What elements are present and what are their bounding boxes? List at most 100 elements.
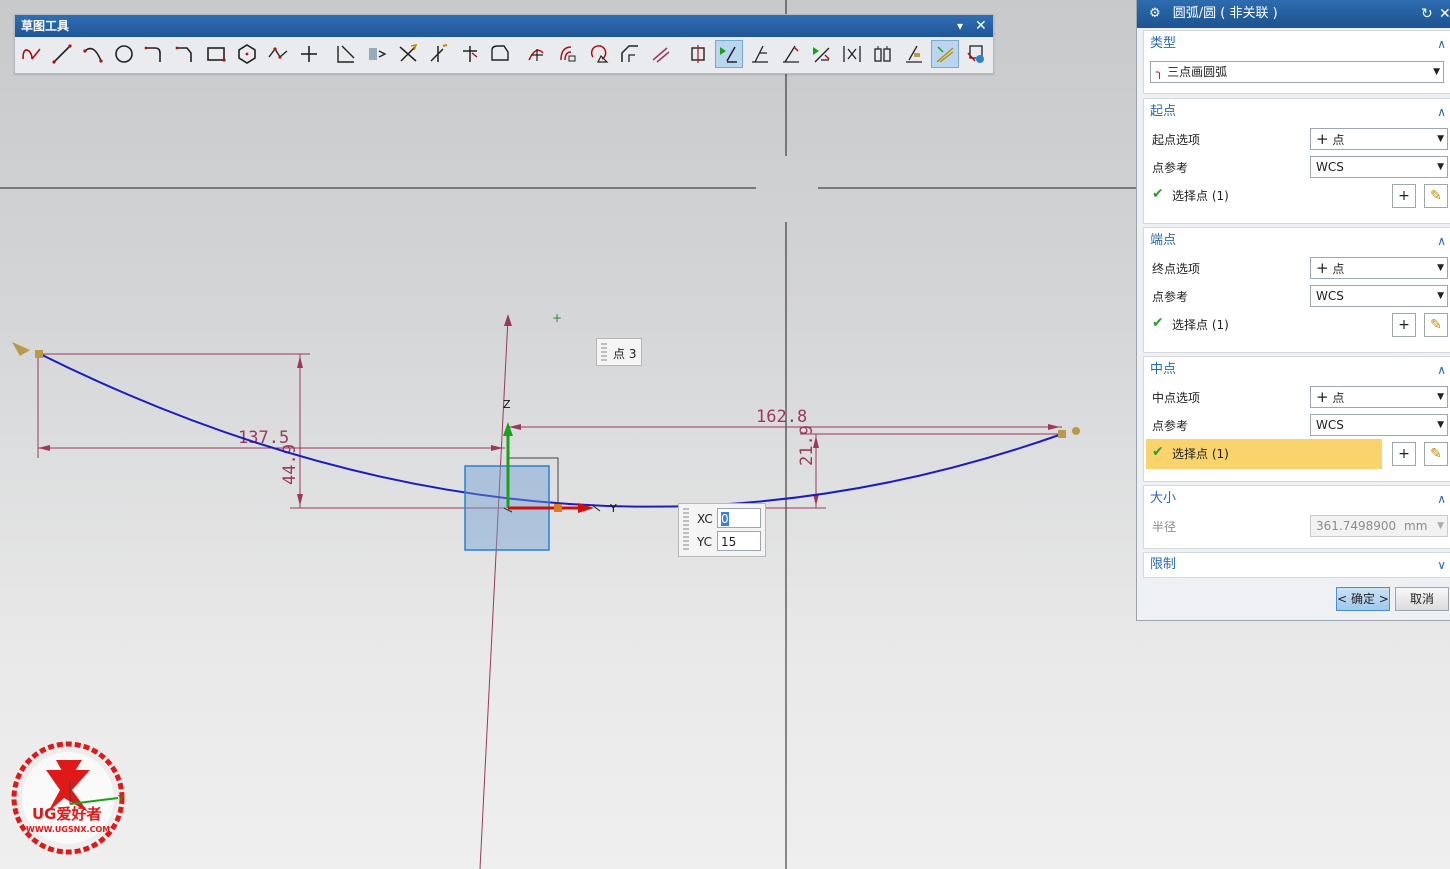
collapse-icon[interactable]: ∧: [1437, 31, 1446, 57]
resize-curve-tool-button[interactable]: [585, 40, 613, 68]
close-icon[interactable]: ✕: [1439, 0, 1450, 28]
reset-icon[interactable]: ↻: [1421, 0, 1433, 28]
mid-section-header[interactable]: 中点 ∧: [1144, 357, 1450, 383]
continuous-auto-dimension-tool-button[interactable]: [931, 40, 959, 68]
make-corner-tool-button[interactable]: [456, 40, 484, 68]
arc-end-point[interactable]: [1058, 430, 1066, 438]
toolbar-titlebar[interactable]: 草图工具 ▾ ✕: [15, 15, 993, 37]
end-ref-label: 点参考: [1152, 290, 1189, 304]
offset-curve-tool-button[interactable]: [332, 40, 360, 68]
checkmark-icon: ✔: [1152, 444, 1164, 460]
end-ref-combo[interactable]: WCS ▼: [1310, 285, 1448, 307]
mid-select-row[interactable]: ✔ 选择点 (1) + ✎: [1144, 439, 1450, 471]
start-option-value: 点: [1332, 133, 1345, 147]
collapse-icon[interactable]: ∧: [1437, 357, 1446, 383]
quick-extend-tool-button[interactable]: [425, 40, 453, 68]
sketch-arc[interactable]: [39, 353, 1063, 508]
profile-tool-button[interactable]: [17, 40, 45, 68]
cursor-arrow-icon: [12, 342, 30, 356]
collapse-icon[interactable]: ∧: [1437, 99, 1446, 125]
toolbar-tool-row: [15, 37, 993, 68]
end-point-section: 端点 ∧ 终点选项 + 点 ▼ 点参考 WCS ▼ ✔ 选择点 (1) + ✎: [1143, 227, 1450, 353]
wcs-origin-handle[interactable]: [554, 504, 562, 512]
cancel-button[interactable]: 取消: [1395, 587, 1449, 611]
mid-option-combo[interactable]: + 点 ▼: [1310, 386, 1448, 408]
mid-ref-label: 点参考: [1152, 419, 1189, 433]
xc-input[interactable]: 0: [717, 508, 761, 528]
size-header-label: 大小: [1150, 491, 1177, 506]
polygon-tool-button[interactable]: [233, 40, 261, 68]
auto-constrain-tool-button[interactable]: [714, 40, 743, 68]
pattern-curve-tool-button[interactable]: [363, 40, 391, 68]
toolbar-options-button[interactable]: ▾: [957, 15, 963, 37]
move-curve-tool-button[interactable]: [524, 40, 552, 68]
start-option-row: 起点选项 + 点 ▼: [1144, 125, 1450, 153]
derived-lines-tool-icon: [491, 45, 510, 61]
arc-circle-dialog: ⚙ 圆弧/圆 ( 非关联 ) ↻ ✕ 类型 ∧ ╮ 三点画圆弧 ▼ 起点 ∧ 起…: [1136, 0, 1450, 621]
expand-icon[interactable]: ∨: [1437, 553, 1446, 577]
mid-ref-value: WCS: [1316, 418, 1344, 432]
relations-browser-tool-button[interactable]: [900, 40, 928, 68]
point-dialog-button[interactable]: +: [1392, 442, 1416, 466]
studio-spline-tool-button[interactable]: [264, 40, 292, 68]
alternate-solution-tool-button[interactable]: [808, 40, 836, 68]
inferred-point-button[interactable]: ✎: [1424, 313, 1448, 337]
quick-trim-tool-button[interactable]: [394, 40, 422, 68]
inferred-point-button[interactable]: ✎: [1424, 442, 1448, 466]
dim-text-162[interactable]: 162.8: [756, 407, 807, 427]
rapid-dimension-tool-button[interactable]: [684, 40, 712, 68]
dim-text-21[interactable]: 21.9: [797, 425, 817, 466]
offset-move-curve-tool-button[interactable]: [554, 40, 582, 68]
point-dialog-button[interactable]: +: [1392, 313, 1416, 337]
fillet-tool-button[interactable]: [141, 40, 169, 68]
rectangle-tool-button[interactable]: [202, 40, 230, 68]
inferred-point-button[interactable]: ✎: [1424, 184, 1448, 208]
toolbar-close-button[interactable]: ✕: [975, 15, 987, 37]
end-option-combo[interactable]: + 点 ▼: [1310, 257, 1448, 279]
point-dialog-button[interactable]: +: [1392, 184, 1416, 208]
derived-lines-tool-button[interactable]: [487, 40, 515, 68]
start-option-combo[interactable]: + 点 ▼: [1310, 128, 1448, 150]
show-constraints-tool-button[interactable]: [746, 40, 774, 68]
end-select-row[interactable]: ✔ 选择点 (1) + ✎: [1144, 310, 1450, 342]
point-tool-button[interactable]: [295, 40, 323, 68]
resize-chamfer-tool-button[interactable]: [616, 40, 644, 68]
start-ref-combo[interactable]: WCS ▼: [1310, 156, 1448, 178]
size-section-header[interactable]: 大小 ∧: [1144, 486, 1450, 512]
gear-icon[interactable]: ⚙: [1149, 0, 1161, 28]
limits-section-header[interactable]: 限制 ∨: [1144, 553, 1450, 577]
profile-tool-icon: [22, 48, 41, 60]
collapse-icon[interactable]: ∧: [1437, 486, 1446, 512]
auto-constrain-tool-icon: [719, 46, 737, 63]
convert-reference-tool-button[interactable]: [777, 40, 805, 68]
start-section-header[interactable]: 起点 ∧: [1144, 99, 1450, 125]
chevron-down-icon: ▼: [1437, 291, 1444, 301]
arc-tool-icon: [83, 47, 103, 63]
collapse-icon[interactable]: ∧: [1437, 228, 1446, 254]
alternate-solution-tool-icon: [812, 47, 830, 63]
arc-start-point[interactable]: [35, 350, 43, 358]
inferred-constraints-tool-button[interactable]: [839, 40, 867, 68]
mid-ref-combo[interactable]: WCS ▼: [1310, 414, 1448, 436]
resize-chamfer-tool-icon: [621, 45, 639, 62]
arc-tool-button[interactable]: [79, 40, 107, 68]
mid-option-label: 中点选项: [1152, 391, 1201, 405]
dim-arrow: [38, 445, 50, 451]
type-section-header[interactable]: 类型 ∧: [1144, 31, 1450, 57]
yc-input[interactable]: 15: [717, 531, 761, 551]
type-combo[interactable]: ╮ 三点画圆弧 ▼: [1150, 61, 1444, 83]
line-tool-button[interactable]: [48, 40, 76, 68]
start-select-row[interactable]: ✔ 选择点 (1) + ✎: [1144, 181, 1450, 213]
circle-tool-button[interactable]: [110, 40, 138, 68]
create-constraints-tool-button[interactable]: [869, 40, 897, 68]
geometric-constraints-tool-button[interactable]: [647, 40, 675, 68]
dialog-titlebar[interactable]: ⚙ 圆弧/圆 ( 非关联 ) ↻ ✕: [1137, 0, 1450, 28]
type-header-label: 类型: [1150, 36, 1177, 51]
chamfer-tool-button[interactable]: [172, 40, 200, 68]
sketch-evaluation-tool-button[interactable]: [962, 40, 990, 68]
cursor-ball-icon: [1072, 427, 1080, 435]
end-section-header[interactable]: 端点 ∧: [1144, 228, 1450, 254]
ok-button[interactable]: < 确定 >: [1336, 587, 1390, 611]
logo-text: UG爱好者: [32, 805, 102, 823]
end-select-label: 选择点 (1): [1172, 318, 1229, 332]
